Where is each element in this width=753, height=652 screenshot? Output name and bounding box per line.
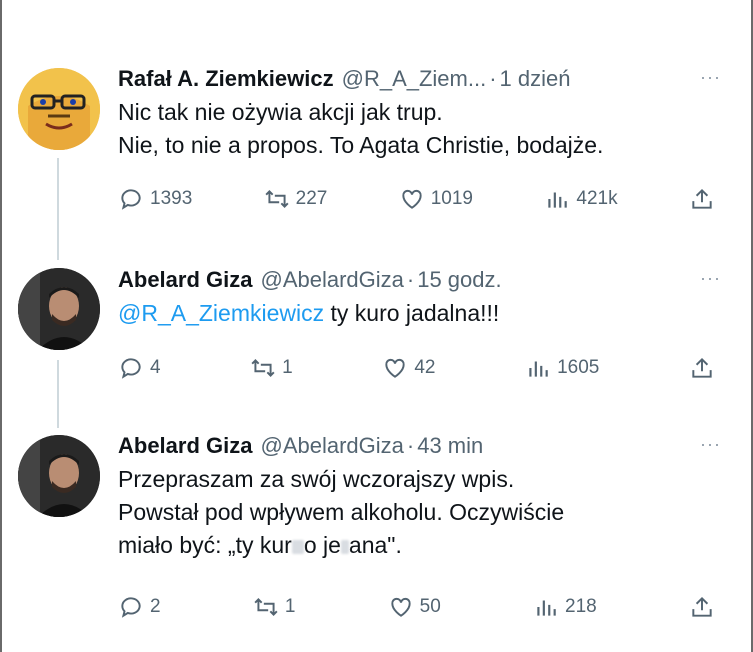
retweet-count: 227 bbox=[295, 188, 328, 209]
separator-dot: · bbox=[489, 66, 497, 91]
author-handle[interactable]: @AbelardGiza bbox=[260, 266, 403, 294]
like-count: 1019 bbox=[430, 188, 474, 209]
author-name[interactable]: Abelard Giza bbox=[118, 432, 252, 460]
tweet-text-part: ana". bbox=[348, 532, 402, 558]
censor-blur bbox=[291, 539, 304, 554]
share-icon bbox=[692, 188, 712, 209]
more-options-icon[interactable]: ··· bbox=[700, 268, 721, 289]
like-button[interactable]: 42 bbox=[382, 355, 435, 381]
thread-line bbox=[57, 158, 59, 260]
tweet-text-part: miało być: „ty kur bbox=[118, 532, 292, 558]
retweet-button[interactable]: 227 bbox=[264, 186, 328, 212]
reply-count: 4 bbox=[150, 357, 161, 378]
tweet-text-line: Powstał pod wpływem alkoholu. Oczywiście bbox=[118, 499, 565, 525]
reply-button[interactable]: 1393 bbox=[118, 186, 192, 212]
views-count: 421k bbox=[576, 188, 618, 209]
more-options-icon[interactable]: ··· bbox=[700, 67, 721, 88]
reply-icon bbox=[121, 358, 141, 379]
avatar-photo bbox=[18, 435, 100, 517]
reply-button[interactable]: 4 bbox=[118, 355, 161, 381]
reply-icon bbox=[121, 189, 141, 210]
like-icon bbox=[391, 597, 411, 617]
avatar[interactable] bbox=[18, 68, 100, 150]
reply-count: 2 bbox=[150, 596, 161, 617]
views-count: 1605 bbox=[557, 357, 600, 378]
more-options-icon[interactable]: ··· bbox=[700, 434, 721, 455]
share-icon bbox=[692, 596, 712, 617]
views-button[interactable]: 421k bbox=[544, 186, 618, 212]
avatar[interactable] bbox=[18, 268, 100, 350]
views-count: 218 bbox=[565, 596, 597, 617]
retweet-button[interactable]: 1 bbox=[253, 594, 296, 620]
share-button[interactable] bbox=[689, 186, 715, 212]
tweet-text-line: Nie, to nie a propos. To Agata Christie,… bbox=[118, 132, 604, 158]
views-icon bbox=[537, 600, 556, 616]
share-button[interactable] bbox=[689, 355, 715, 381]
mention-link[interactable]: @R_A_Ziemkiewicz bbox=[118, 300, 324, 326]
censor-blur bbox=[340, 539, 349, 554]
reply-button[interactable]: 2 bbox=[118, 594, 161, 620]
timestamp[interactable]: 15 godz. bbox=[417, 266, 501, 294]
reply-icon bbox=[121, 597, 141, 618]
views-button[interactable]: 1605 bbox=[525, 355, 599, 381]
share-icon bbox=[692, 357, 712, 378]
tweet-text: @R_A_Ziemkiewicz ty kuro jadalna!!! bbox=[118, 297, 721, 330]
like-icon bbox=[385, 358, 405, 378]
action-bar: 2 1 50 218 bbox=[118, 594, 715, 620]
tweet-text: Nic tak nie ożywia akcji jak trup. Nie, … bbox=[118, 96, 721, 162]
separator-dot: · bbox=[406, 267, 415, 292]
like-count: 50 bbox=[419, 596, 441, 617]
action-bar: 1393 227 1019 421k bbox=[118, 186, 715, 212]
tweet-text-line: Nic tak nie ożywia akcji jak trup. bbox=[118, 99, 443, 125]
separator-dot: · bbox=[406, 433, 415, 458]
avatar-photo bbox=[18, 268, 100, 350]
like-button[interactable]: 1019 bbox=[399, 186, 473, 212]
retweet-button[interactable]: 1 bbox=[250, 355, 293, 381]
timestamp[interactable]: 43 min bbox=[417, 432, 483, 460]
views-icon bbox=[529, 361, 548, 377]
share-button[interactable] bbox=[689, 594, 715, 620]
author-name[interactable]: Rafał A. Ziemkiewicz bbox=[118, 65, 334, 93]
retweet-icon bbox=[254, 598, 278, 616]
like-icon bbox=[402, 189, 422, 209]
tweet-text-content: ty kuro jadalna!!! bbox=[324, 300, 500, 326]
action-bar: 4 1 42 1605 bbox=[118, 355, 715, 381]
avatar-illustration bbox=[18, 68, 100, 150]
tweet-text-line: miało być: „ty kur o je ana". bbox=[118, 529, 721, 562]
retweet-count: 1 bbox=[282, 357, 293, 378]
like-count: 42 bbox=[414, 357, 436, 378]
author-handle[interactable]: @R_A_Ziem... bbox=[342, 65, 487, 93]
views-button[interactable]: 218 bbox=[533, 594, 597, 620]
avatar[interactable] bbox=[18, 435, 100, 517]
tweet-text-part: o je bbox=[303, 532, 341, 558]
author-name[interactable]: Abelard Giza bbox=[118, 266, 252, 294]
reply-count: 1393 bbox=[150, 188, 193, 209]
tweet-text: Przepraszam za swój wczorajszy wpis. Pow… bbox=[118, 463, 721, 562]
tweet-text-line: Przepraszam za swój wczorajszy wpis. bbox=[118, 466, 515, 492]
like-button[interactable]: 50 bbox=[388, 594, 441, 620]
retweet-icon bbox=[251, 359, 275, 377]
retweet-count: 1 bbox=[284, 596, 296, 617]
views-icon bbox=[548, 192, 568, 208]
timestamp[interactable]: 1 dzień bbox=[500, 65, 571, 93]
retweet-icon bbox=[265, 190, 289, 208]
author-handle[interactable]: @AbelardGiza bbox=[260, 432, 403, 460]
thread-line bbox=[57, 360, 59, 428]
